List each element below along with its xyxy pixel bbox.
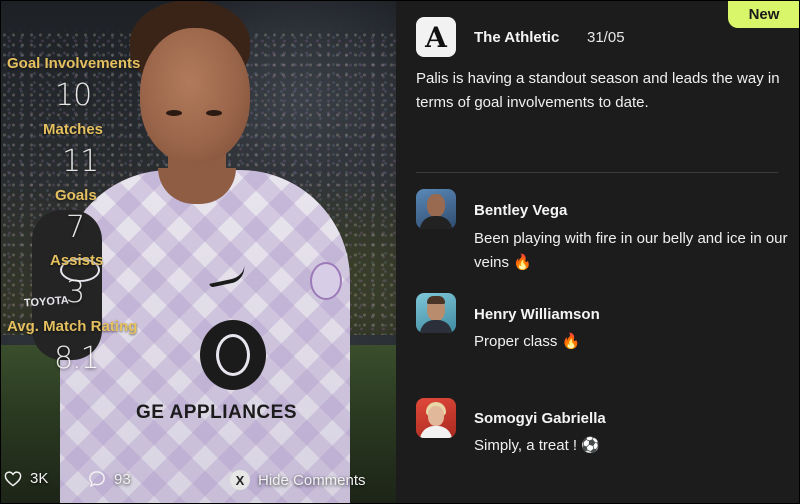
stat-label-assists: Assists	[50, 252, 104, 269]
comment-author[interactable]: Henry Williamson	[474, 306, 600, 323]
avatar[interactable]	[416, 293, 456, 333]
post-source: The Athletic	[474, 29, 560, 46]
hide-comments-button[interactable]: X Hide Comments	[230, 470, 366, 490]
comment-text: Simply, a treat ! ⚽	[474, 437, 600, 454]
post-text: Palis is having a standout season and le…	[416, 70, 780, 111]
post-date: 31/05	[587, 29, 625, 46]
stat-value-assists: 3	[66, 275, 85, 310]
the-athletic-logo-icon: A	[416, 17, 456, 57]
avatar[interactable]	[416, 189, 456, 229]
comment-count: 93	[114, 470, 131, 488]
player-eye	[166, 110, 182, 116]
heart-icon	[4, 470, 22, 486]
stat-label-avg-match-rating: Avg. Match Rating	[7, 318, 138, 335]
comment-author[interactable]: Bentley Vega	[474, 202, 567, 219]
screen: GE APPLIANCES TOYOTA Goal Involvements 1…	[0, 0, 800, 504]
source-logo-letter: A	[425, 20, 447, 54]
x-button-icon: X	[230, 470, 250, 490]
club-crest-icon	[310, 262, 342, 300]
like-count: 3K	[30, 470, 49, 487]
stat-label-goal-involvements: Goal Involvements	[7, 55, 141, 72]
comment-author[interactable]: Somogyi Gabriella	[474, 410, 606, 427]
speech-bubble-icon	[89, 471, 105, 488]
like-button[interactable]: 3K	[4, 470, 48, 487]
player-eye	[206, 110, 222, 116]
stat-value-goal-involvements: 10	[55, 78, 92, 113]
jersey-sponsor-text: GE APPLIANCES	[136, 402, 297, 423]
stat-label-matches: Matches	[43, 121, 104, 138]
avatar[interactable]	[416, 398, 456, 438]
comment-text: Proper class 🔥	[474, 333, 581, 350]
comments-count-button[interactable]: 93	[88, 470, 131, 488]
player-figure	[32, 0, 350, 504]
stat-value-matches: 11	[62, 144, 99, 179]
comment-text: Been playing with fire in our belly and …	[474, 230, 788, 271]
divider	[416, 172, 778, 173]
player-head	[140, 28, 250, 163]
stat-label-goals: Goals	[55, 187, 97, 204]
comments-panel: New A The Athletic 31/05 Palis is having…	[396, 0, 800, 504]
stat-value-avg-match-rating: 8.1	[54, 341, 100, 376]
stat-value-goals: 7	[66, 210, 85, 245]
new-badge: New	[728, 0, 800, 28]
ge-logo-icon	[200, 320, 266, 390]
hide-comments-label: Hide Comments	[258, 471, 366, 489]
